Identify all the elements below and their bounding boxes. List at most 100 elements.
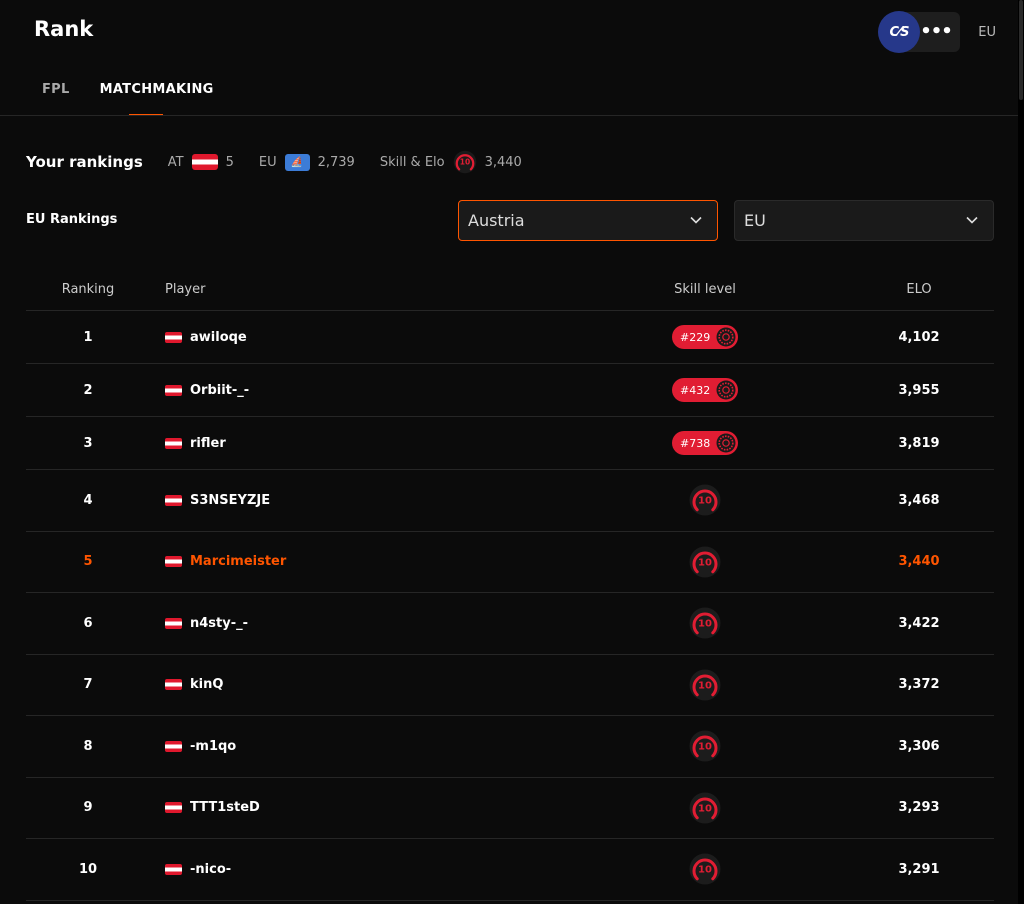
skill-rank-value: #738 — [680, 436, 711, 450]
page-title: Rank — [34, 17, 94, 41]
skill-cell: 10 — [566, 730, 844, 762]
player-cell[interactable]: Marcimeister — [150, 554, 566, 569]
tab-fpl-label: FPL — [42, 82, 70, 97]
table-row[interactable]: 3 rifler #738 3,819 — [26, 417, 994, 470]
elo-cell: 3,306 — [898, 738, 940, 754]
country-rank: AT 5 — [168, 154, 234, 170]
header-controls: C⁄S ••• EU — [878, 11, 996, 53]
region-dropdown-value: EU — [744, 211, 766, 230]
table-row[interactable]: 7 kinQ 10 3,372 — [26, 655, 994, 716]
player-name[interactable]: n4sty-_- — [190, 616, 248, 631]
table-body: 1 awiloqe #229 4,102 2 Orbiit-_- #432 3,955 3 rif… — [26, 311, 994, 901]
header-elo: ELO — [906, 281, 932, 297]
table-row[interactable]: 8 -m1qo 10 3,306 — [26, 716, 994, 778]
skill-level-10-icon: 10 — [689, 792, 721, 824]
skill-cell: #229 — [566, 325, 844, 349]
elo-cell: 3,468 — [898, 492, 940, 508]
skill-cell: 10 — [566, 669, 844, 701]
player-cell[interactable]: kinQ — [150, 677, 566, 692]
player-cell[interactable]: TTT1steD — [150, 800, 566, 815]
svg-text:10: 10 — [698, 803, 712, 814]
country-rank-label: AT — [167, 154, 184, 170]
player-cell[interactable]: n4sty-_- — [150, 616, 566, 631]
skill-level-10-icon: 10 — [689, 669, 721, 701]
rank-cell: 6 — [83, 615, 93, 631]
country-dropdown[interactable]: Austria — [458, 200, 718, 241]
svg-text:10: 10 — [698, 865, 712, 876]
cs-logo-icon[interactable]: C⁄S — [878, 11, 921, 53]
table-row[interactable]: 5 Marcimeister 10 3,440 — [26, 532, 994, 593]
austria-flag-icon — [191, 154, 218, 170]
challenger-level-icon — [716, 327, 736, 347]
skill-cell: 10 — [566, 607, 844, 639]
region-dropdown[interactable]: EU — [734, 200, 994, 241]
tab-bar: FPL MATCHMAKING — [27, 72, 229, 116]
region-rank-label: EU — [258, 154, 277, 170]
country-dropdown-value: Austria — [468, 211, 525, 230]
elo-cell: 3,372 — [898, 677, 940, 693]
player-name[interactable]: -nico- — [190, 862, 231, 877]
skill-elo-label: Skill & Elo — [379, 154, 445, 170]
austria-flag-icon — [165, 617, 182, 629]
table-row[interactable]: 2 Orbiit-_- #432 3,955 — [26, 364, 994, 417]
tab-fpl[interactable]: FPL — [27, 72, 85, 116]
table-row[interactable]: 9 TTT1steD 10 3,293 — [26, 778, 994, 839]
elo-cell: 3,819 — [898, 435, 940, 451]
table-row[interactable]: 6 n4sty-_- 10 3,422 — [26, 593, 994, 655]
player-cell[interactable]: Orbiit-_- — [150, 383, 566, 398]
region-rank-value: 2,739 — [317, 154, 355, 170]
elo-cell: 3,440 — [898, 554, 940, 570]
skill-level-10-icon: 10 — [453, 150, 476, 174]
more-options-button[interactable]: ••• — [920, 22, 953, 42]
elo-cell: 3,293 — [898, 800, 940, 816]
player-cell[interactable]: S3NSEYZJE — [150, 493, 566, 508]
skill-level-10-icon: 10 — [689, 607, 721, 639]
elo-value: 3,440 — [484, 154, 522, 170]
player-cell[interactable]: -nico- — [150, 862, 566, 877]
player-name[interactable]: awiloqe — [190, 330, 247, 345]
scrollbar-thumb[interactable] — [1019, 0, 1023, 100]
your-rankings-bar: Your rankings AT 5 EU ⛵ 2,739 Skill & El… — [26, 150, 547, 174]
player-name[interactable]: rifler — [190, 436, 226, 451]
eu-rankings-title: EU Rankings — [26, 212, 118, 227]
svg-text:10: 10 — [698, 557, 712, 568]
player-name[interactable]: kinQ — [190, 677, 223, 692]
player-cell[interactable]: awiloqe — [150, 330, 566, 345]
header-divider — [0, 115, 1020, 116]
rank-cell: 5 — [83, 554, 93, 570]
rank-cell: 7 — [83, 677, 93, 693]
svg-text:10: 10 — [698, 680, 712, 691]
austria-flag-icon — [165, 556, 182, 568]
skill-rank-value: #229 — [680, 330, 711, 344]
skill-rank-value: #432 — [680, 383, 711, 397]
player-name[interactable]: Marcimeister — [190, 554, 286, 569]
player-name[interactable]: -m1qo — [190, 739, 236, 754]
chevron-down-icon — [690, 216, 702, 224]
page-scrollbar[interactable] — [1018, 0, 1024, 904]
player-name[interactable]: S3NSEYZJE — [190, 493, 270, 508]
austria-flag-icon — [165, 437, 182, 449]
challenger-level-icon — [716, 433, 736, 453]
your-rankings-title: Your rankings — [26, 153, 143, 171]
rank-cell: 10 — [78, 861, 98, 877]
region-selector[interactable]: EU — [978, 25, 996, 40]
austria-flag-icon — [165, 863, 182, 875]
eu-region-icon: ⛵ — [284, 153, 310, 171]
player-name[interactable]: Orbiit-_- — [190, 383, 249, 398]
tab-matchmaking[interactable]: MATCHMAKING — [85, 72, 229, 116]
table-row[interactable]: 10 -nico- 10 3,291 — [26, 839, 994, 901]
austria-flag-icon — [165, 494, 182, 506]
skill-cell: #738 — [566, 431, 844, 455]
rankings-table: Ranking Player Skill level ELO 1 awiloqe #… — [26, 268, 994, 901]
austria-flag-icon — [165, 384, 182, 396]
table-row[interactable]: 4 S3NSEYZJE 10 3,468 — [26, 470, 994, 532]
header-player: Player — [165, 281, 206, 297]
table-row[interactable]: 1 awiloqe #229 4,102 — [26, 311, 994, 364]
chevron-down-icon — [966, 216, 978, 224]
skill-elo: Skill & Elo 10 3,440 — [380, 150, 522, 174]
game-selector[interactable]: C⁄S ••• — [878, 11, 961, 53]
skill-rank-badge: #738 — [672, 431, 738, 455]
player-name[interactable]: TTT1steD — [190, 800, 260, 815]
player-cell[interactable]: rifler — [150, 436, 566, 451]
player-cell[interactable]: -m1qo — [150, 739, 566, 754]
